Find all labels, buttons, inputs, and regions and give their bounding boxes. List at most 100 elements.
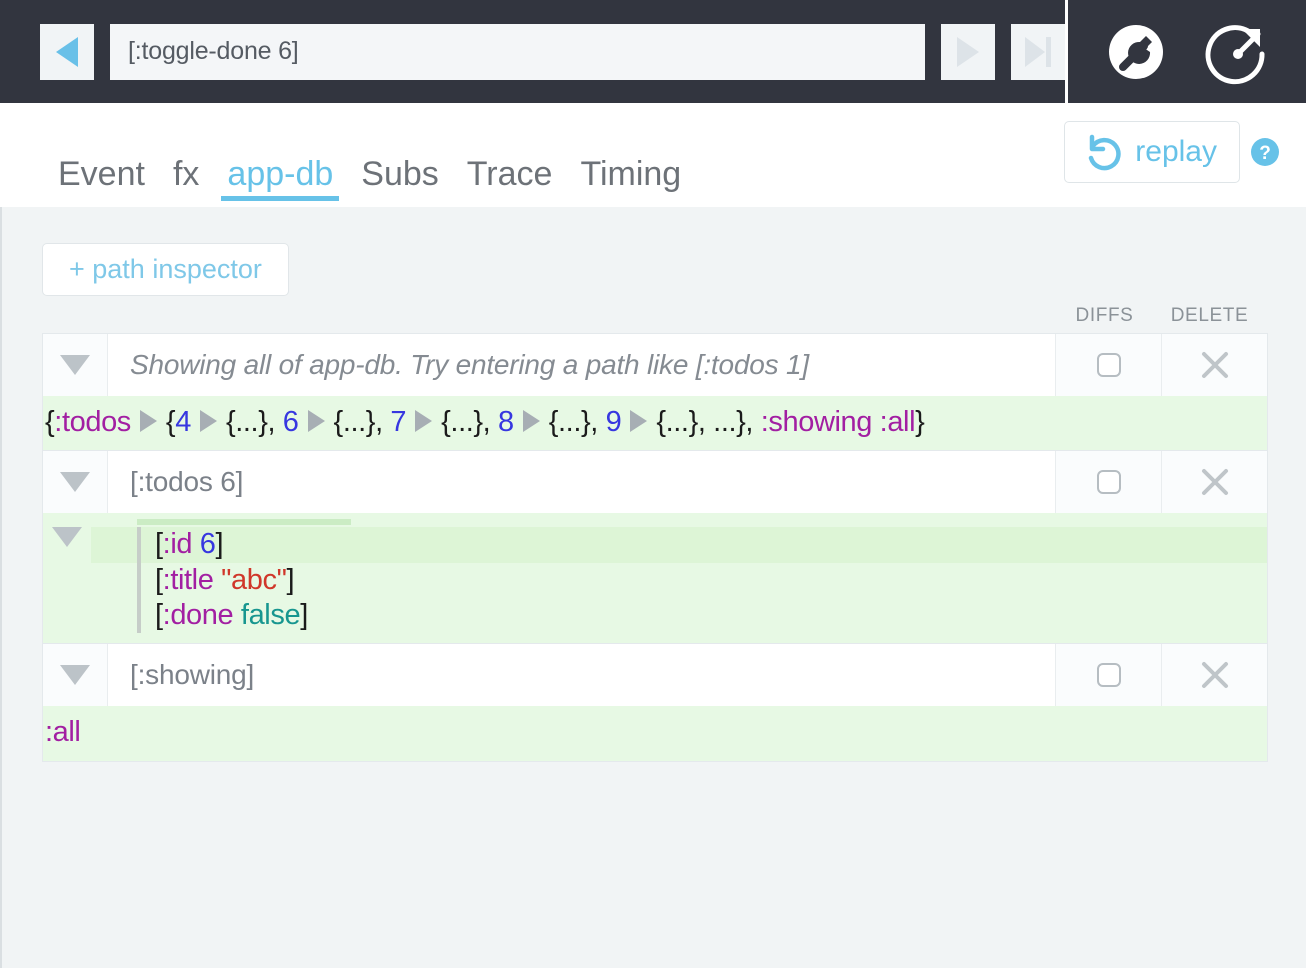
token-punct: {...}, xyxy=(225,406,283,438)
help-icon[interactable]: ? xyxy=(1250,137,1280,167)
app-db-panel: + path inspector DIFFS DELETE Showing al… xyxy=(0,207,1306,968)
table-row: [:todos 6] xyxy=(42,450,1268,514)
indent-guide xyxy=(137,598,141,634)
replay-controls: replay ? xyxy=(1064,121,1280,183)
map-line-list: [:id 6] [:title "abc"] [:done false] xyxy=(91,525,1267,643)
tab-app-db[interactable]: app-db xyxy=(213,155,347,222)
re-frame-10x-panel: Event fx app-db Subs Trace Timing xyxy=(0,0,1306,968)
token-num: 9 xyxy=(605,406,622,438)
token-punct: [ xyxy=(155,563,163,596)
diffs-checkbox[interactable] xyxy=(1096,470,1121,495)
expand-toggle[interactable] xyxy=(43,334,108,396)
expand-arrow-icon[interactable] xyxy=(139,410,157,433)
path-input[interactable]: Showing all of app-db. Try entering a pa… xyxy=(108,334,1055,396)
delete-button[interactable] xyxy=(1161,644,1267,707)
skip-to-end-button[interactable] xyxy=(1011,23,1065,80)
close-icon xyxy=(1201,469,1228,496)
token-kw: :id xyxy=(162,528,193,561)
token-str: "abc" xyxy=(221,563,287,596)
tab-label: Event xyxy=(58,155,145,193)
path-inspector-table: Showing all of app-db. Try entering a pa… xyxy=(42,333,1268,762)
token-kw: :done xyxy=(162,599,234,631)
token-kw: :showing :all xyxy=(760,406,916,438)
expand-arrow-icon[interactable] xyxy=(415,410,433,433)
replay-label: replay xyxy=(1135,135,1217,168)
caret-down-icon xyxy=(60,355,90,375)
token-num: 7 xyxy=(390,406,407,438)
map-entries: [:id 6] [:title "abc"] [:done false] xyxy=(91,513,1267,643)
event-toolbar xyxy=(0,0,1306,103)
caret-down-icon xyxy=(60,472,90,493)
diffs-toggle[interactable] xyxy=(1055,644,1161,707)
tab-label: app-db xyxy=(227,155,334,193)
expand-arrow-icon[interactable] xyxy=(199,410,217,433)
tab-fx[interactable]: fx xyxy=(159,157,213,207)
toolbar-right-actions xyxy=(1065,0,1306,103)
path-input[interactable]: [:todos 6] xyxy=(108,451,1055,514)
token-kw: :all xyxy=(45,716,81,749)
token-num: 4 xyxy=(175,406,191,438)
token-num: 8 xyxy=(497,406,514,438)
popout-button[interactable] xyxy=(1204,18,1272,86)
token-punct: {...}, xyxy=(548,406,606,438)
tab-label: Subs xyxy=(361,155,439,193)
delete-button[interactable] xyxy=(1161,334,1267,396)
step-back-button[interactable] xyxy=(40,23,94,80)
close-icon xyxy=(1201,352,1228,378)
token-punct xyxy=(192,528,200,560)
token-kw: :title xyxy=(162,563,214,596)
play-button[interactable] xyxy=(941,23,995,80)
tab-trace[interactable]: Trace xyxy=(453,157,567,207)
caret-down-icon xyxy=(52,527,82,548)
wrench-circle-icon xyxy=(1109,24,1163,79)
tab-bar: Event fx app-db Subs Trace Timing replay… xyxy=(0,103,1306,222)
token-punct xyxy=(233,599,241,631)
tab-timing[interactable]: Timing xyxy=(566,157,695,207)
token-punct: [ xyxy=(155,599,163,631)
external-link-circle-icon xyxy=(1205,24,1265,84)
expand-toggle[interactable] xyxy=(43,644,108,707)
value-display: {:todos {4 {...}, 6 {...}, 7 {...}, 8 {...}, … xyxy=(42,396,1268,451)
tab-subs[interactable]: Subs xyxy=(347,157,453,207)
expand-arrow-icon[interactable] xyxy=(522,410,540,433)
diffs-column-header: DIFFS xyxy=(1075,305,1134,326)
token-punct: {...}, xyxy=(441,406,498,438)
expand-toggle[interactable] xyxy=(43,451,108,514)
collapse-toggle[interactable] xyxy=(43,513,91,643)
token-num: 6 xyxy=(282,406,299,438)
caret-down-icon xyxy=(60,665,90,686)
diffs-checkbox[interactable] xyxy=(1096,663,1121,688)
column-headers: DIFFS DELETE xyxy=(1052,305,1262,327)
skip-end-icon xyxy=(1025,36,1051,67)
expand-arrow-icon[interactable] xyxy=(307,410,325,433)
replay-button[interactable]: replay xyxy=(1064,121,1240,183)
value-display: :all xyxy=(42,706,1268,762)
value-display-expanded: [:id 6] [:title "abc"] [:done false] xyxy=(42,513,1268,644)
diffs-checkbox[interactable] xyxy=(1096,353,1121,377)
token-punct: ] xyxy=(215,528,224,561)
triangle-left-icon xyxy=(56,36,78,67)
settings-button[interactable] xyxy=(1102,18,1170,86)
expand-arrow-icon[interactable] xyxy=(630,410,648,433)
add-path-inspector-button[interactable]: + path inspector xyxy=(42,243,289,296)
tab-label: Trace xyxy=(466,155,553,193)
token-punct: { xyxy=(165,406,176,438)
token-bool: false xyxy=(240,599,301,631)
tab-event[interactable]: Event xyxy=(44,157,159,207)
token-punct: [ xyxy=(155,528,163,561)
token-kw: :todos xyxy=(54,406,131,438)
toolbar-controls xyxy=(0,0,1065,103)
path-input[interactable]: [:showing] xyxy=(108,644,1055,707)
diffs-toggle[interactable] xyxy=(1055,334,1161,396)
event-input[interactable] xyxy=(110,23,925,80)
tab-label: fx xyxy=(172,155,200,193)
diffs-toggle[interactable] xyxy=(1055,451,1161,514)
question-mark-circle-icon: ? xyxy=(1251,138,1279,166)
map-entry: [:done false] xyxy=(91,598,1267,634)
close-icon xyxy=(1201,662,1228,689)
map-entry: [:id 6] xyxy=(91,527,1267,563)
token-punct: {...}, xyxy=(333,406,391,438)
table-row: [:showing] xyxy=(42,643,1268,707)
delete-button[interactable] xyxy=(1161,451,1267,514)
token-punct xyxy=(213,564,221,596)
